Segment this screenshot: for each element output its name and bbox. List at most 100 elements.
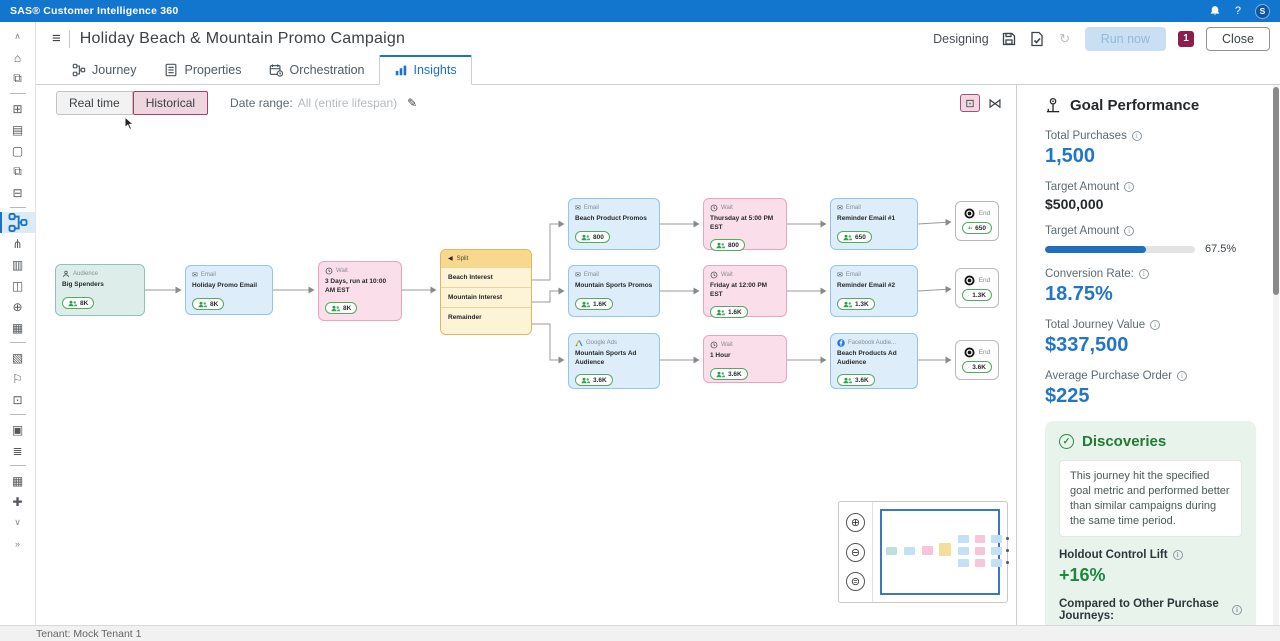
journey-node-wait[interactable]: Wait 3 Days, run at 10:00 AM EST 8K xyxy=(318,261,402,321)
people-icon xyxy=(716,371,725,378)
user-avatar[interactable]: S xyxy=(1255,4,1270,19)
journey-node-email[interactable]: ✉Email Mountain Sports Promos 1.6K xyxy=(568,265,660,317)
journey-node-end[interactable]: End 650 xyxy=(955,201,999,241)
info-icon[interactable]: i xyxy=(1124,182,1134,192)
minimap-node xyxy=(975,559,985,567)
journey-node-end[interactable]: End 3.6K xyxy=(955,340,999,380)
audiences-icon[interactable]: ◫ xyxy=(0,275,36,296)
issue-count-badge[interactable]: 1 xyxy=(1178,31,1194,47)
journey-node-split[interactable]: ◀Split Beach Interest Mountain Interest … xyxy=(440,249,532,335)
real-time-button[interactable]: Real time xyxy=(56,91,133,115)
journey-node-email[interactable]: ✉Email Holiday Promo Email 8K xyxy=(185,265,273,315)
calendar-icon[interactable]: ▣ xyxy=(0,419,36,440)
goal-icon xyxy=(1045,97,1062,114)
schedule-icon[interactable]: ▦ xyxy=(0,317,36,338)
journey-node-google-ads[interactable]: Google Ads Mountain Sports Ad Audience 3… xyxy=(568,333,660,389)
minimap-node xyxy=(922,546,933,555)
journey-node-wait[interactable]: Wait Friday at 12:00 PM EST 1.6K xyxy=(703,265,787,317)
run-now-button[interactable]: Run now xyxy=(1085,27,1166,51)
info-icon[interactable]: i xyxy=(1173,550,1183,560)
tab-orchestration[interactable]: Orchestration xyxy=(255,57,378,84)
minimap-viewport[interactable] xyxy=(880,509,1000,595)
tasks-icon[interactable]: ▤ xyxy=(0,119,36,140)
journey-node-wait[interactable]: Wait Thursday at 5:00 PM EST 800 xyxy=(703,198,787,250)
sidebar-collapse-up-icon[interactable]: ∧ xyxy=(0,26,36,47)
discoveries-title: Discoveries xyxy=(1082,433,1166,450)
document-icon[interactable]: ▢ xyxy=(0,140,36,161)
zoom-in-button[interactable]: ⊕ xyxy=(846,513,865,532)
split-branch-beach[interactable]: Beach Interest xyxy=(441,267,531,287)
tab-properties[interactable]: Properties xyxy=(150,57,255,84)
journey-node-email[interactable]: ✉Email Reminder Email #1 650 xyxy=(830,198,918,250)
orchestration-tab-icon xyxy=(269,63,283,77)
sidebar-divider xyxy=(10,207,26,208)
edit-date-range-pencil-icon[interactable]: ✎ xyxy=(407,96,417,110)
assets-icon[interactable]: ⧉ xyxy=(0,68,36,89)
properties-tab-icon xyxy=(164,63,178,77)
sidebar-divider xyxy=(10,93,26,94)
messages-icon[interactable]: ▥ xyxy=(0,254,36,275)
zoom-fit-button[interactable]: ⊜ xyxy=(846,572,865,591)
facebook-icon xyxy=(837,339,845,347)
journey-canvas[interactable]: Audience Big Spenders 8K ✉Email Holiday … xyxy=(36,121,1016,625)
apps-grid-icon[interactable]: ⊞ xyxy=(0,98,36,119)
sidebar-expand-icon[interactable]: » xyxy=(0,533,36,554)
help-icon[interactable]: ? xyxy=(1235,6,1241,17)
info-icon[interactable]: i xyxy=(1132,131,1142,141)
journey-tab-icon xyxy=(72,63,86,77)
journey-node-email[interactable]: ✉Email Reminder Email #2 1.3K xyxy=(830,265,918,317)
minimap-node xyxy=(904,547,915,555)
tags-icon[interactable]: ⚐ xyxy=(0,368,36,389)
info-icon[interactable]: i xyxy=(1177,371,1187,381)
split-icon: ◀ xyxy=(448,255,453,262)
wait-clock-icon xyxy=(325,267,333,275)
media-icon[interactable]: ▧ xyxy=(0,347,36,368)
list-menu-icon[interactable]: ≡ xyxy=(52,30,61,47)
journey-node-facebook[interactable]: Facebook Audie... Beach Products Ad Audi… xyxy=(830,333,918,389)
table-icon[interactable]: ▦ xyxy=(0,470,36,491)
segment-map-icon[interactable]: ⋔ xyxy=(0,233,36,254)
split-branch-mountain[interactable]: Mountain Interest xyxy=(441,287,531,307)
tenant-label: Tenant: Mock Tenant 1 xyxy=(36,628,141,640)
reach-count-badge: 650 xyxy=(837,231,872,243)
chevron-down-icon[interactable]: ∨ xyxy=(0,512,36,533)
tab-journey[interactable]: Journey xyxy=(58,57,150,84)
minimap-node xyxy=(939,543,951,556)
status-bar: Tenant: Mock Tenant 1 xyxy=(0,625,1280,641)
info-icon[interactable]: i xyxy=(1232,605,1242,615)
versions-icon[interactable]: ⧉ xyxy=(0,161,36,182)
journey-node-end[interactable]: End 1.3K xyxy=(955,268,999,308)
discoveries-summary: This journey hit the specified goal metr… xyxy=(1059,460,1242,537)
notifications-bell-icon[interactable] xyxy=(1209,5,1221,17)
web-icon[interactable]: ⊕ xyxy=(0,296,36,317)
validate-icon[interactable] xyxy=(1029,31,1045,47)
zoom-out-button[interactable]: ⊖ xyxy=(846,543,865,562)
sidebar-divider xyxy=(10,465,26,466)
left-sidebar: ∧ ⌂ ⧉ ⊞ ▤ ▢ ⧉ ⊟ ⋔ ▥ ◫ ⊕ ▦ ▧ ⚐ ⊡ ▣ ≣ ▦ ✚ xyxy=(0,22,36,625)
info-icon[interactable]: i xyxy=(1124,226,1134,236)
close-button[interactable]: Close xyxy=(1206,27,1270,51)
journeys-icon[interactable] xyxy=(0,212,36,233)
pin-icon[interactable]: ✚ xyxy=(0,491,36,512)
save-icon[interactable] xyxy=(1001,31,1017,47)
split-branch-remainder[interactable]: Remainder xyxy=(441,307,531,327)
home-icon[interactable]: ⌂ xyxy=(0,47,36,68)
journey-node-audience[interactable]: Audience Big Spenders 8K xyxy=(55,264,145,316)
journey-node-email[interactable]: ✉Email Beach Product Promos 800 xyxy=(568,198,660,250)
scrollbar-thumb[interactable] xyxy=(1273,87,1279,295)
reach-count-badge: 8K xyxy=(325,302,357,314)
minimap-node xyxy=(958,535,969,543)
sidebar-divider xyxy=(10,342,26,343)
brand-title: SAS® Customer Intelligence 360 xyxy=(10,5,178,17)
info-icon[interactable]: i xyxy=(1150,320,1160,330)
panel-scrollbar[interactable] xyxy=(1273,85,1279,625)
copies-icon[interactable]: ⊟ xyxy=(0,182,36,203)
reports-icon[interactable]: ≣ xyxy=(0,440,36,461)
open-panel-icon[interactable]: ⊡ xyxy=(960,94,980,112)
collapse-panels-icon[interactable]: ⋈ xyxy=(988,95,1002,112)
info-icon[interactable]: i xyxy=(1139,269,1149,279)
tab-insights[interactable]: Insights xyxy=(379,55,472,85)
historical-button[interactable]: Historical xyxy=(133,91,208,115)
target-settings-icon[interactable]: ⊡ xyxy=(0,389,36,410)
journey-node-wait[interactable]: Wait 1 Hour 3.6K xyxy=(703,335,787,383)
